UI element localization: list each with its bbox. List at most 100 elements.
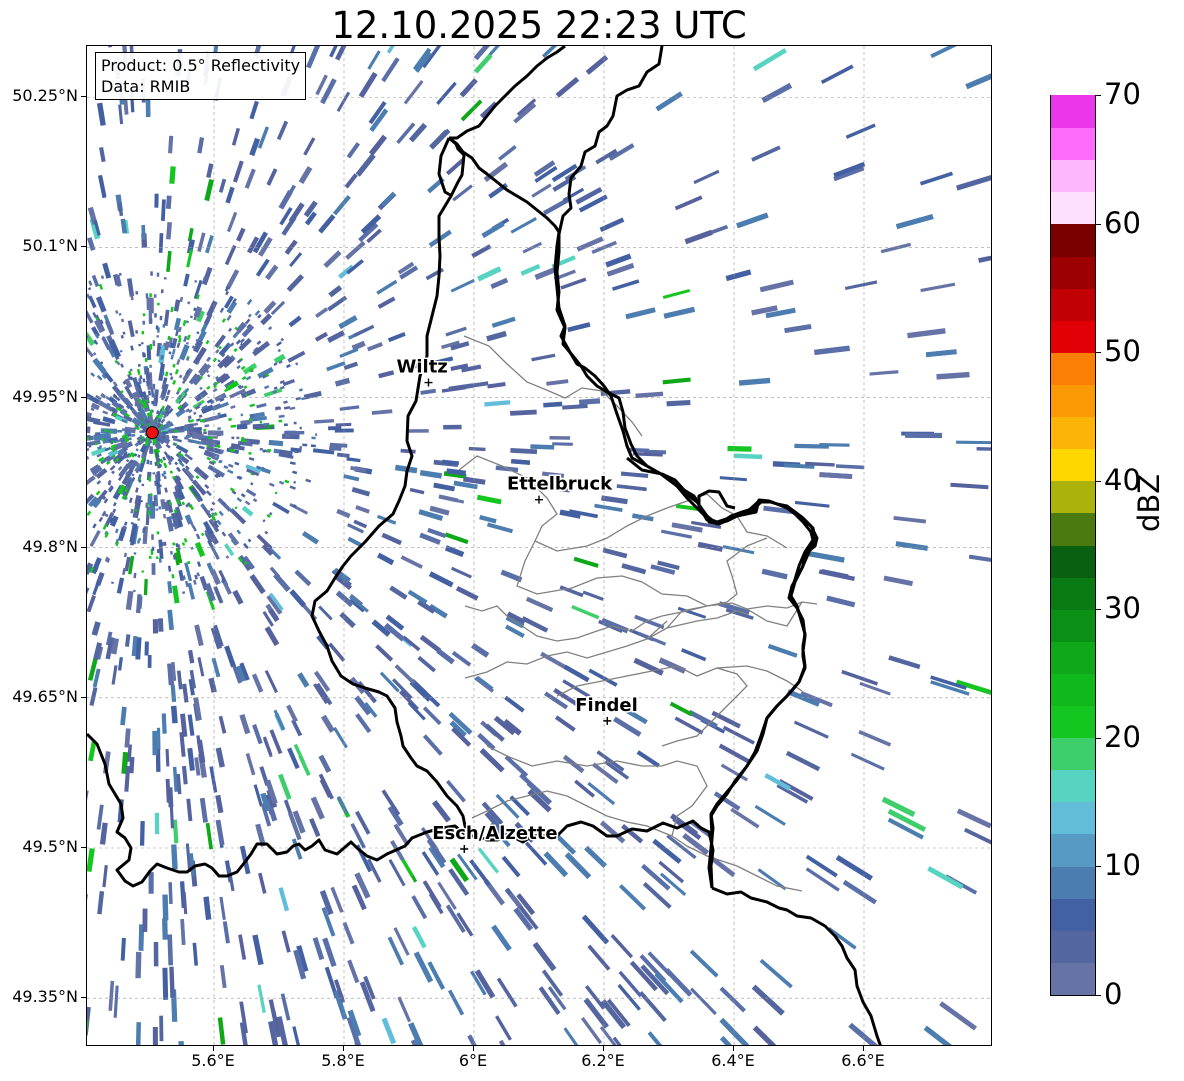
city-label: Esch/Alzette — [432, 823, 557, 844]
colorbar-segment — [1051, 930, 1095, 963]
echo-cell — [637, 631, 667, 646]
echo-cell — [289, 252, 303, 268]
echo-cell — [166, 389, 171, 396]
echo-cell — [87, 475, 96, 490]
echo-cell — [450, 278, 476, 293]
echo-cell — [227, 469, 234, 475]
colorbar-segment — [1051, 833, 1095, 867]
lon-tick-label: 5.6°E — [191, 1051, 235, 1070]
echo-cell — [102, 864, 108, 888]
echo-cell — [119, 349, 123, 353]
echo-cell — [162, 323, 166, 328]
echo-cell — [154, 313, 157, 318]
echo-cell — [162, 513, 167, 519]
echo-cell — [662, 289, 691, 299]
echo-cell — [599, 217, 625, 232]
echo-cell — [422, 706, 442, 726]
echo-cell — [141, 331, 145, 335]
echo-cell — [445, 326, 467, 337]
echo-cell — [251, 673, 264, 693]
echo-cell — [179, 296, 184, 303]
echo-cell — [292, 1026, 304, 1045]
echo-cell — [367, 342, 383, 352]
echo-cell — [158, 506, 162, 510]
echo-cell — [956, 808, 991, 829]
colorbar-segment — [1051, 801, 1095, 835]
echo-cell — [459, 78, 478, 98]
echo-cell — [248, 418, 252, 422]
echo-cell — [278, 414, 285, 418]
echo-cell — [380, 191, 396, 207]
echo-cell — [194, 541, 206, 558]
echo-cell — [343, 361, 359, 370]
echo-cell — [241, 375, 247, 381]
echo-cell — [784, 323, 812, 334]
echo-cell — [422, 734, 443, 756]
echo-cell — [203, 428, 207, 432]
lat-tick — [81, 96, 86, 98]
echo-cell — [323, 250, 342, 269]
echo-cell — [299, 445, 303, 449]
echo-cell — [207, 430, 224, 436]
echo-cell — [87, 437, 90, 441]
echo-cell — [189, 521, 195, 528]
echo-cell — [221, 531, 227, 537]
echo-cell — [149, 293, 152, 298]
echo-cell — [858, 729, 892, 747]
echo-cell — [888, 655, 921, 670]
echo-cell — [230, 424, 237, 428]
echo-cell — [504, 755, 529, 778]
echo-cell — [276, 120, 289, 141]
echo-cell — [674, 195, 703, 211]
echo-cell — [156, 272, 160, 277]
colorbar-segment — [1051, 769, 1095, 803]
echo-cell — [224, 543, 235, 557]
echo-cell — [939, 1001, 977, 1031]
echo-cell — [488, 46, 511, 57]
lat-tick — [81, 997, 86, 999]
echo-cell — [294, 569, 312, 587]
echo-cell — [206, 385, 211, 390]
echo-cell — [163, 462, 168, 469]
echo-cell — [149, 343, 153, 350]
echo-cell — [279, 385, 285, 390]
echo-cell — [145, 293, 149, 299]
echo-cell — [170, 705, 178, 724]
echo-cell — [165, 221, 172, 240]
echo-cell — [175, 329, 179, 337]
echo-cell — [204, 484, 210, 490]
echo-cell — [923, 1025, 957, 1045]
echo-cell — [468, 446, 486, 452]
echo-cell — [135, 290, 139, 295]
radar-map[interactable]: Wiltz Ettelbruck Findel Esch/Alzette — [86, 45, 992, 1046]
echo-cell — [183, 537, 188, 543]
echo-cell — [244, 168, 256, 189]
echo-cell — [327, 330, 346, 343]
echo-cell — [161, 713, 167, 734]
echo-cell — [617, 983, 641, 1011]
echo-cell — [511, 459, 531, 465]
echo-cell — [137, 363, 141, 367]
echo-cell — [122, 331, 126, 335]
echo-cell — [205, 822, 214, 850]
echo-cell — [409, 487, 425, 495]
echo-cell — [263, 422, 270, 426]
echo-cell — [298, 388, 303, 392]
echo-cell — [303, 137, 316, 156]
echo-cell — [153, 941, 159, 967]
echo-cell — [206, 456, 212, 461]
echo-cell — [285, 364, 291, 369]
echo-cell — [618, 884, 647, 911]
echo-cell — [176, 342, 181, 348]
echo-cell — [559, 585, 584, 598]
echo-cell — [752, 1025, 784, 1045]
echo-cell — [259, 420, 263, 424]
echo-cell — [162, 967, 169, 1000]
echo-cell — [118, 312, 122, 316]
echo-cell — [794, 500, 830, 508]
echo-cell — [87, 595, 96, 613]
echo-cell — [419, 470, 443, 479]
lat-tick-label: 49.8°N — [22, 536, 78, 556]
echo-cell — [256, 402, 267, 409]
echo-cell — [175, 444, 189, 454]
